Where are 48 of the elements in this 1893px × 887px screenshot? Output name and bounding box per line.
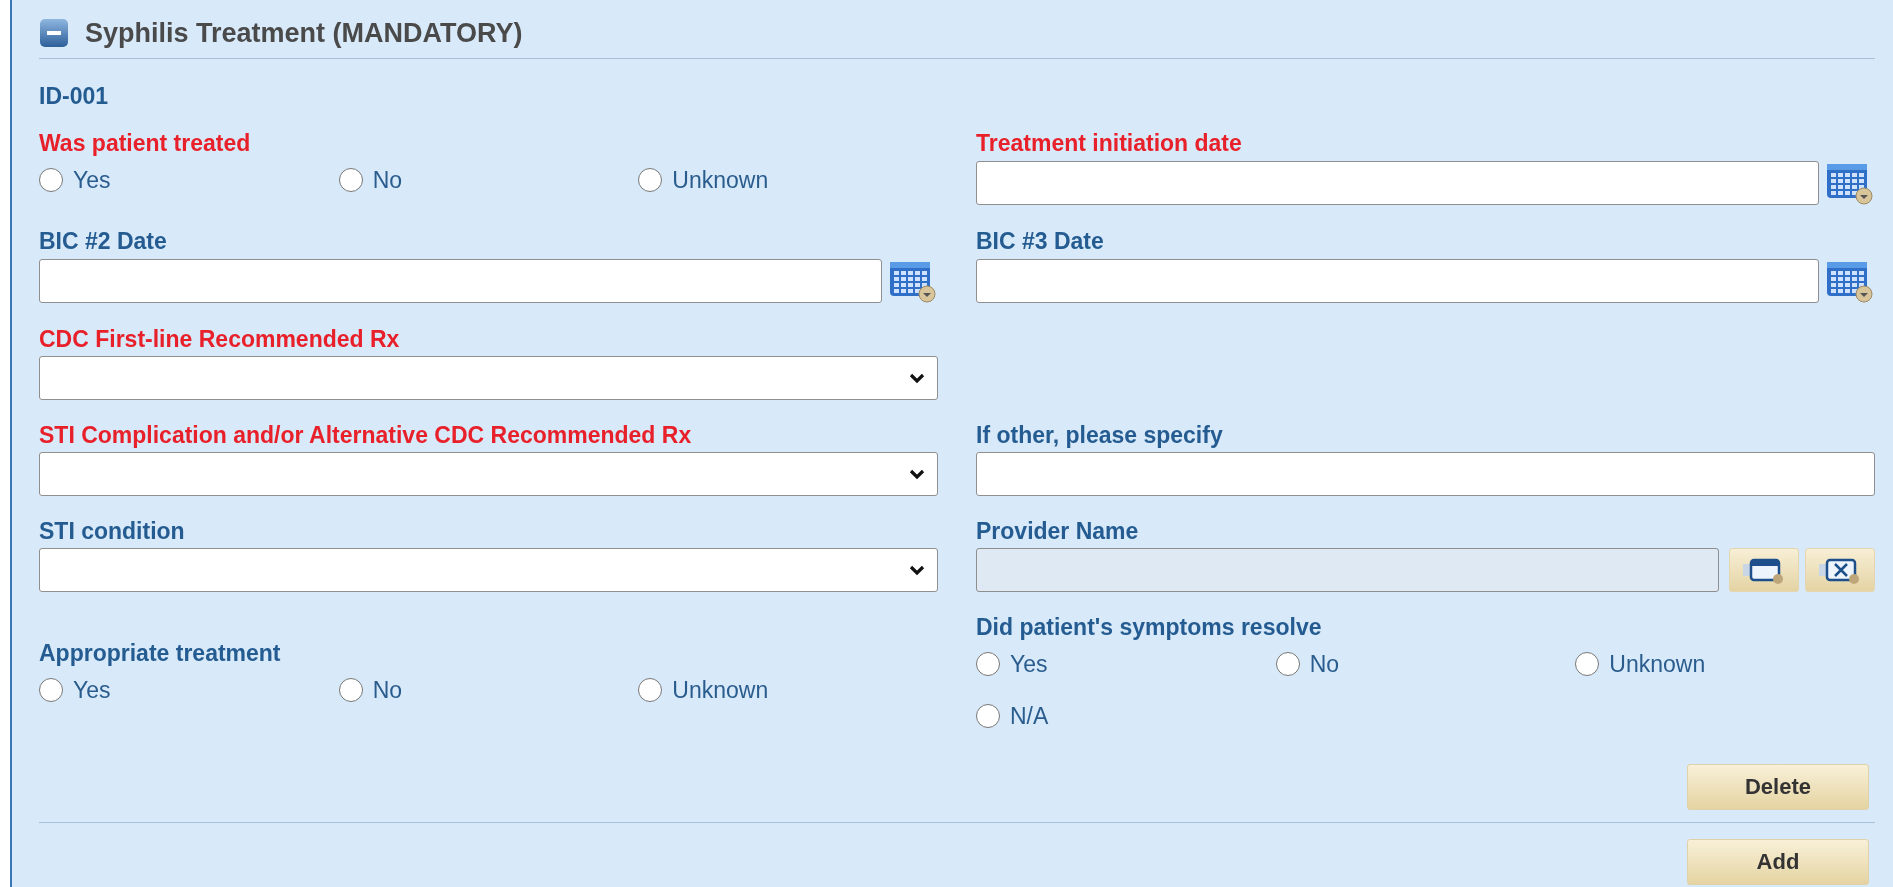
- field-label: Provider Name: [976, 518, 1139, 544]
- field-label: CDC First-line Recommended Rx: [39, 326, 400, 352]
- radio-button[interactable]: [638, 678, 663, 702]
- chevron-icon: [909, 564, 925, 576]
- dropdown[interactable]: [39, 356, 938, 400]
- radio-label: No: [1309, 650, 1340, 678]
- radio-label: N/A: [1010, 702, 1049, 730]
- collapse-icon[interactable]: [39, 18, 69, 48]
- field-label: Did patient's symptoms resolve: [976, 614, 1322, 640]
- field-label: Appropriate treatment: [39, 640, 281, 666]
- lookup-button[interactable]: [1729, 548, 1799, 592]
- radio-button[interactable]: [976, 652, 1000, 676]
- field-label: Treatment initiation date: [976, 130, 1242, 156]
- clear-button[interactable]: [1805, 548, 1875, 592]
- section-title: Syphilis Treatment (MANDATORY): [85, 17, 523, 49]
- radio-label: No: [372, 166, 403, 194]
- radio-label: Yes: [73, 676, 111, 704]
- radio-label: Yes: [1010, 650, 1048, 678]
- field-label: BIC #3 Date: [976, 228, 1104, 254]
- radio-button[interactable]: [638, 168, 663, 192]
- text-field[interactable]: [976, 452, 1875, 496]
- dropdown[interactable]: [39, 452, 938, 496]
- date-field[interactable]: [39, 259, 882, 303]
- field-label: Was patient treated: [39, 130, 251, 156]
- date-field[interactable]: [976, 259, 1819, 303]
- radio-button[interactable]: [1275, 652, 1300, 676]
- field-label: STI condition: [39, 518, 185, 544]
- radio-label: Unknown: [1609, 650, 1706, 678]
- radio-button[interactable]: [338, 168, 363, 192]
- action-button[interactable]: Add: [1687, 839, 1869, 885]
- radio-button[interactable]: [39, 678, 63, 702]
- radio-label: Yes: [73, 166, 111, 194]
- radio-button[interactable]: [338, 678, 363, 702]
- date-field[interactable]: [976, 161, 1819, 205]
- dropdown[interactable]: [39, 548, 938, 592]
- record-id: ID-001: [39, 83, 109, 110]
- radio-button[interactable]: [976, 704, 1000, 728]
- action-button[interactable]: Delete: [1687, 764, 1869, 810]
- radio-button[interactable]: [39, 168, 63, 192]
- radio-button[interactable]: [1575, 652, 1600, 676]
- field-label: BIC #2 Date: [39, 228, 167, 254]
- chevron-icon: [909, 468, 925, 480]
- field-label: STI Complication and/or Alternative CDC Recommended Rx: [39, 422, 692, 448]
- radio-label: No: [372, 676, 403, 704]
- radio-label: Unknown: [672, 676, 769, 704]
- field-label: If other, please specify: [976, 422, 1223, 448]
- chevron-icon: [909, 372, 925, 384]
- radio-label: Unknown: [672, 166, 769, 194]
